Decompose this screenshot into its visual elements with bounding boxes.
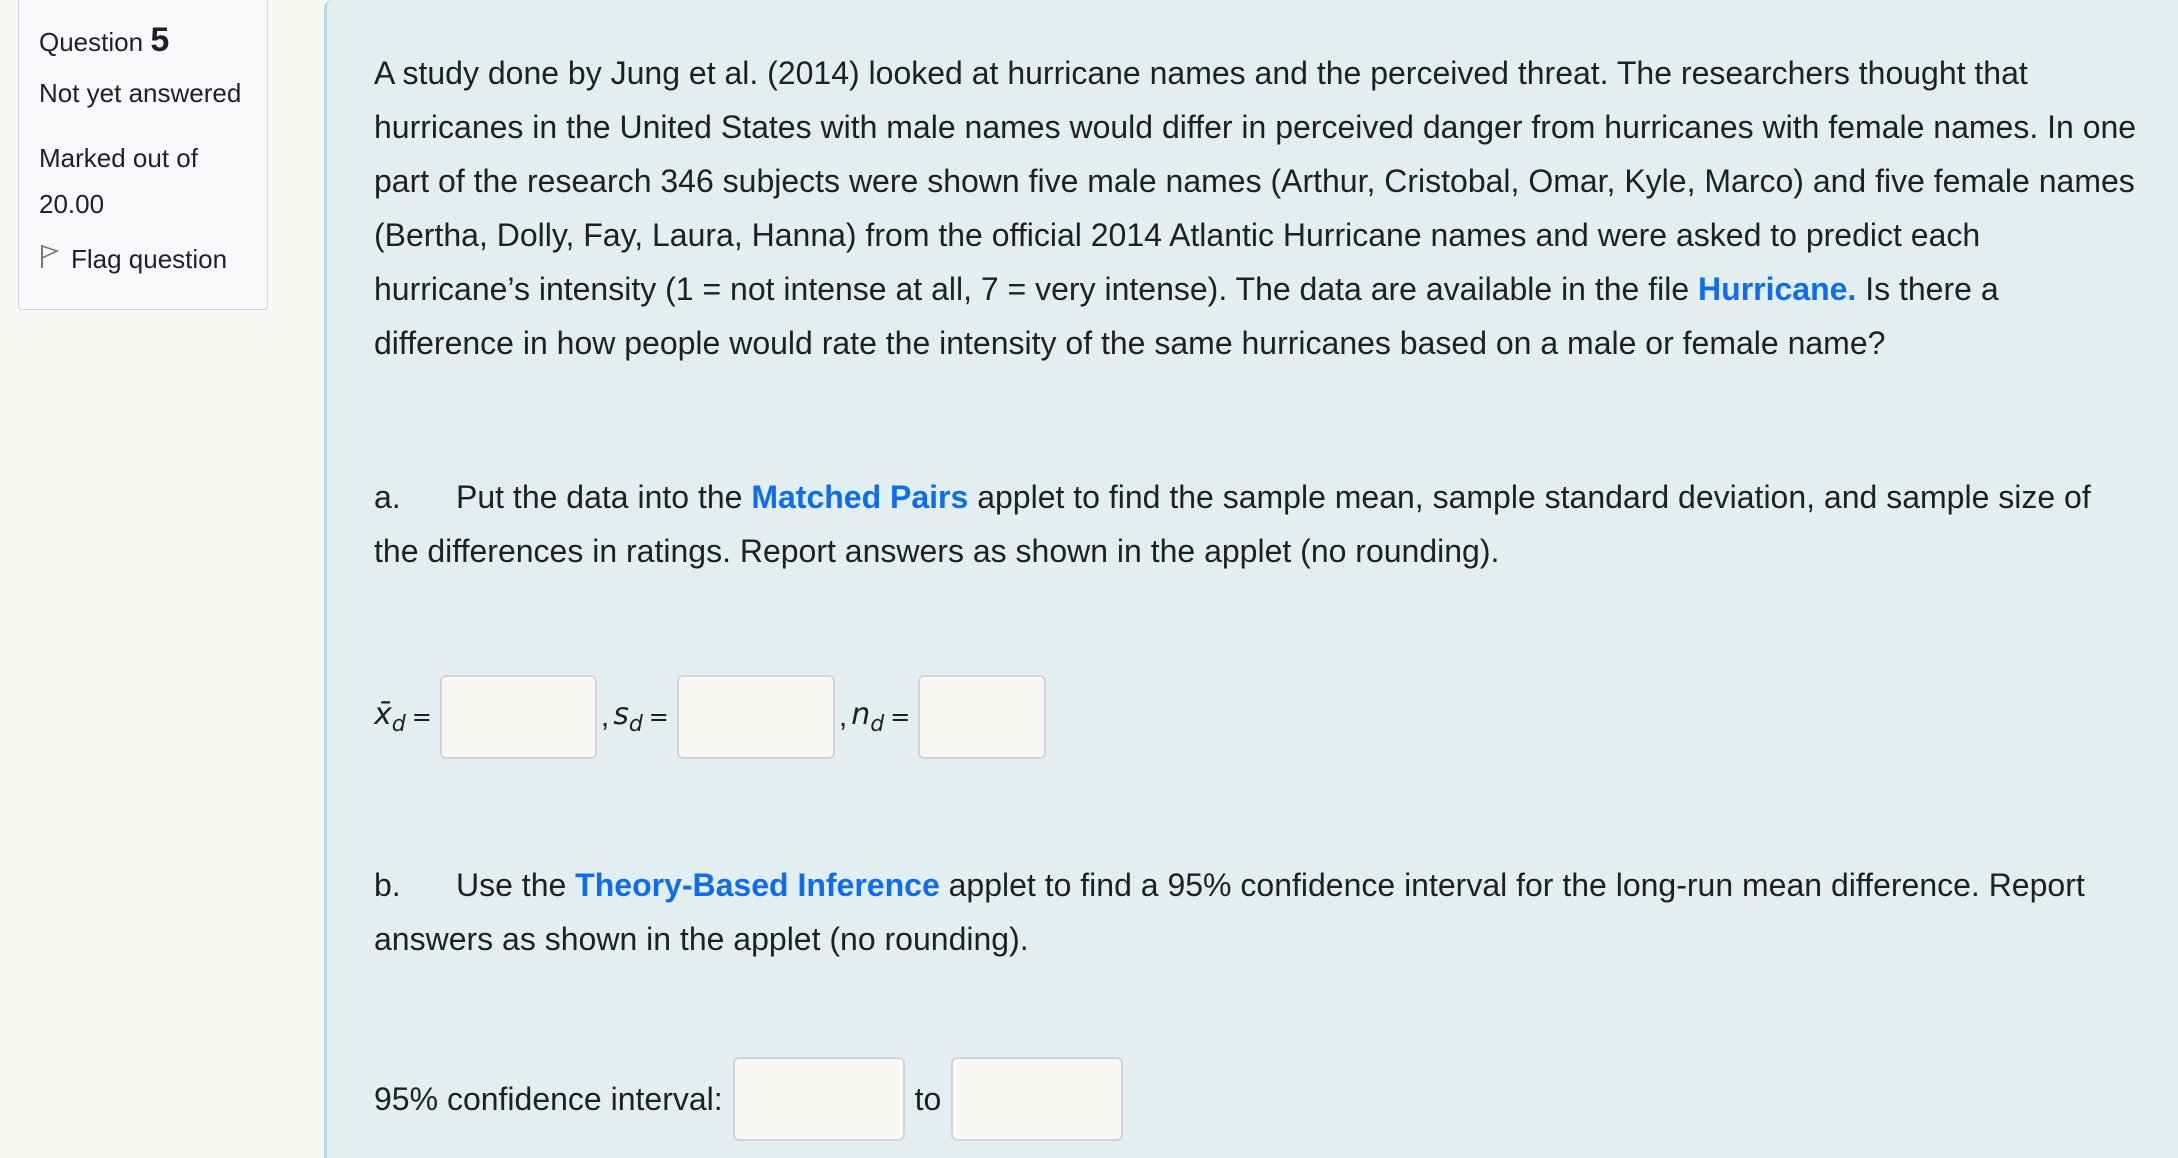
sd-difference-input[interactable]	[676, 675, 835, 759]
part-b-answers: 95% confidence interval: to	[374, 1056, 2138, 1142]
ci-lower-input[interactable]	[732, 1057, 905, 1141]
flag-question-button[interactable]: Flag question	[39, 243, 267, 276]
sd-label: sd	[613, 697, 643, 737]
flag-icon	[39, 243, 61, 276]
theory-based-inference-link[interactable]: Theory-Based Inference	[575, 867, 940, 903]
part-a-answers: x̄d = , sd = , nd =	[374, 674, 2138, 760]
question-grade: Marked out of 20.00	[39, 143, 198, 219]
sample-size-input[interactable]	[918, 675, 1047, 759]
nd-label: nd	[851, 697, 885, 737]
question-state: Not yet answered	[39, 78, 242, 108]
part-a-text: a. Put the data into the Matched Pairs ap…	[374, 479, 2091, 569]
part-b-text: b. Use the Theory-Based Inference applet …	[374, 867, 2085, 957]
mean-difference-input[interactable]	[439, 675, 597, 759]
ci-label: 95% confidence interval:	[374, 1080, 723, 1117]
ci-to-label: to	[914, 1080, 942, 1117]
question-info-panel: Question 5 Not yet answered Marked out o…	[18, 0, 268, 310]
question-intro: A study done by Jung et al. (2014) looke…	[374, 55, 2137, 361]
question-number: Question 5	[39, 21, 170, 59]
question-content: A study done by Jung et al. (2014) looke…	[324, 0, 2178, 1158]
hurricane-file-link[interactable]: Hurricane.	[1698, 271, 1856, 307]
xbar-d-label: x̄d	[374, 697, 406, 737]
ci-upper-input[interactable]	[951, 1057, 1124, 1141]
matched-pairs-link[interactable]: Matched Pairs	[751, 479, 968, 515]
